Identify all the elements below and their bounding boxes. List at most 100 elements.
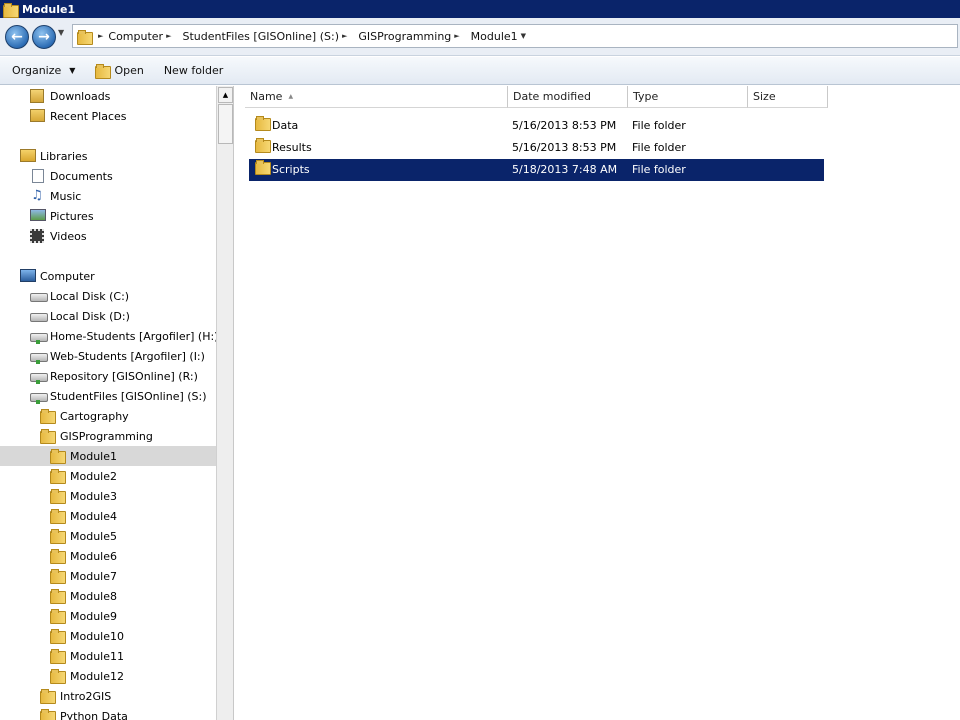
window-title: Module1	[22, 2, 76, 16]
nav-item-module8[interactable]: Module8	[0, 586, 216, 606]
column-label: Name	[250, 90, 283, 103]
nav-item-module1[interactable]: Module1	[0, 446, 216, 466]
title-bar: Module1	[0, 0, 960, 18]
column-header-type[interactable]: Type	[628, 86, 748, 108]
recent-places-icon	[30, 109, 45, 122]
folder-icon	[40, 409, 56, 424]
nav-label: Module12	[70, 669, 124, 683]
network-drive-icon	[30, 369, 48, 384]
column-label: Size	[753, 90, 776, 103]
nav-item-cartography[interactable]: Cartography	[0, 406, 216, 426]
breadcrumb-module1[interactable]: Module1 ▼	[471, 30, 531, 43]
nav-label: StudentFiles [GISOnline] (S:)	[50, 389, 207, 403]
folder-icon	[255, 115, 271, 137]
nav-item-module12[interactable]: Module12	[0, 666, 216, 686]
documents-icon	[32, 169, 44, 183]
column-header-name[interactable]: Name ▲	[245, 86, 508, 108]
new-folder-label: New folder	[163, 64, 224, 77]
network-drive-icon	[30, 389, 48, 404]
nav-label: Documents	[50, 169, 113, 183]
network-drive-icon	[30, 329, 48, 344]
nav-label: Python Data	[60, 709, 128, 720]
scroll-thumb[interactable]	[218, 104, 233, 144]
recent-pages-dropdown[interactable]: ▼	[58, 28, 64, 37]
nav-item-gisprogramming[interactable]: GISProgramming	[0, 426, 216, 446]
file-row[interactable]: Results 5/16/2013 8:53 PM File folder	[249, 137, 824, 159]
nav-item-recent-places[interactable]: Recent Places	[0, 106, 216, 126]
nav-item-module6[interactable]: Module6	[0, 546, 216, 566]
nav-label: Module4	[70, 509, 117, 523]
open-button[interactable]: Open	[95, 64, 144, 79]
nav-item-module9[interactable]: Module9	[0, 606, 216, 626]
folder-icon	[50, 589, 66, 604]
folder-icon	[50, 509, 66, 524]
organize-button[interactable]: Organize ▼	[12, 64, 75, 77]
nav-label: Module1	[70, 449, 117, 463]
nav-item-repository[interactable]: Repository [GISOnline] (R:)	[0, 366, 216, 386]
chevron-right-icon[interactable]: ►	[454, 32, 459, 40]
folder-icon	[255, 159, 271, 181]
column-header-size[interactable]: Size	[748, 86, 828, 108]
file-type: File folder	[632, 141, 686, 154]
nav-item-documents[interactable]: Documents	[0, 166, 216, 186]
nav-item-module2[interactable]: Module2	[0, 466, 216, 486]
nav-item-module5[interactable]: Module5	[0, 526, 216, 546]
file-type: File folder	[632, 119, 686, 132]
file-row[interactable]: Data 5/16/2013 8:53 PM File folder	[249, 115, 824, 137]
nav-item-module11[interactable]: Module11	[0, 646, 216, 666]
scroll-up-button[interactable]: ▲	[218, 87, 233, 103]
nav-item-module7[interactable]: Module7	[0, 566, 216, 586]
breadcrumb-studentfiles[interactable]: StudentFiles [GISOnline] (S:) ►	[182, 30, 352, 43]
nav-label: Recent Places	[50, 109, 127, 123]
nav-item-module10[interactable]: Module10	[0, 626, 216, 646]
chevron-right-icon[interactable]: ►	[166, 32, 171, 40]
folder-icon	[50, 489, 66, 504]
nav-label: Cartography	[60, 409, 129, 423]
folder-icon	[50, 569, 66, 584]
folder-open-icon	[40, 429, 56, 444]
nav-item-web-students[interactable]: Web-Students [Argofiler] (I:)	[0, 346, 216, 366]
address-bar[interactable]: ► Computer ► StudentFiles [GISOnline] (S:…	[72, 24, 958, 48]
forward-button[interactable]: →	[32, 25, 56, 49]
nav-item-module4[interactable]: Module4	[0, 506, 216, 526]
nav-item-module3[interactable]: Module3	[0, 486, 216, 506]
nav-label: Repository [GISOnline] (R:)	[50, 369, 198, 383]
navigation-scrollbar[interactable]: ▲	[216, 86, 233, 720]
nav-item-pictures[interactable]: Pictures	[0, 206, 216, 226]
nav-item-python-data[interactable]: Python Data	[0, 706, 216, 720]
nav-label: Module3	[70, 489, 117, 503]
breadcrumb-gisprogramming[interactable]: GISProgramming ►	[358, 30, 464, 43]
nav-item-computer[interactable]: Computer	[0, 266, 216, 286]
nav-item-studentfiles[interactable]: StudentFiles [GISOnline] (S:)	[0, 386, 216, 406]
nav-item-local-disk-c[interactable]: Local Disk (C:)	[0, 286, 216, 306]
breadcrumb-computer[interactable]: Computer ►	[108, 30, 176, 43]
chevron-right-icon[interactable]: ►	[98, 32, 103, 40]
nav-label: Local Disk (C:)	[50, 289, 130, 303]
nav-item-home-students[interactable]: Home-Students [Argofiler] (H:)	[0, 326, 216, 346]
address-row: ← → ▼ ► Computer ► StudentFiles [GISOnlin…	[0, 18, 960, 56]
back-button[interactable]: ←	[5, 25, 29, 49]
column-label: Date modified	[513, 90, 591, 103]
nav-label: Intro2GIS	[60, 689, 112, 703]
nav-label: Module6	[70, 549, 117, 563]
breadcrumb-label: StudentFiles [GISOnline] (S:)	[182, 29, 339, 43]
nav-item-intro2gis[interactable]: Intro2GIS	[0, 686, 216, 706]
videos-icon	[30, 229, 44, 243]
nav-item-music[interactable]: ♫ Music	[0, 186, 216, 206]
column-header-date[interactable]: Date modified	[508, 86, 628, 108]
nav-label: Module11	[70, 649, 124, 663]
file-row-selected[interactable]: Scripts 5/18/2013 7:48 AM File folder	[249, 159, 824, 181]
breadcrumb-label: Module1	[470, 29, 518, 43]
nav-label: Module2	[70, 469, 117, 483]
chevron-right-icon[interactable]: ►	[342, 32, 347, 40]
chevron-down-icon[interactable]: ▼	[521, 32, 526, 40]
nav-item-videos[interactable]: Videos	[0, 226, 216, 246]
nav-item-downloads[interactable]: Downloads	[0, 86, 216, 106]
nav-item-libraries[interactable]: Libraries	[0, 146, 216, 166]
chevron-down-icon: ▼	[69, 66, 76, 75]
new-folder-button[interactable]: New folder	[164, 64, 223, 77]
nav-item-local-disk-d[interactable]: Local Disk (D:)	[0, 306, 216, 326]
windows-drive-icon	[30, 289, 48, 302]
file-date: 5/16/2013 8:53 PM	[512, 141, 617, 154]
folder-icon	[50, 529, 66, 544]
